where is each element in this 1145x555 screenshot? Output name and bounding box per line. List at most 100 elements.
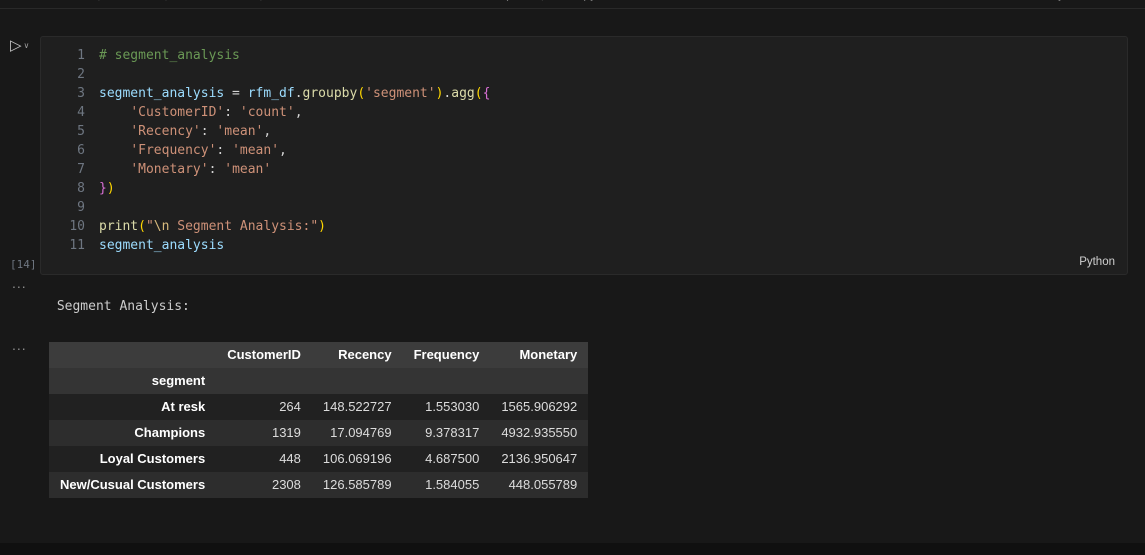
code-token: (	[357, 86, 366, 101]
table-row: At resk 264 148.522727 1.553030 1565.906292	[49, 394, 589, 420]
code-token: (	[138, 219, 146, 234]
table-head: CustomerID Recency Frequency Monetary segmen…	[49, 342, 589, 394]
toolbar-button-code[interactable]: + Code	[104, 0, 160, 1]
line-number: 8	[77, 181, 85, 196]
line-number: 2	[77, 67, 85, 82]
cell-footer: Python	[41, 255, 1127, 274]
cell-value: 448.055789	[508, 477, 578, 492]
outline-icon: ☰	[682, 0, 693, 1]
cell-value: 4.687500	[425, 451, 480, 466]
cell-value: 148.522727	[322, 399, 392, 414]
toolbar-button-markdown[interactable]: + Markdown	[172, 0, 256, 1]
table-header-row: CustomerID Recency Frequency Monetary	[49, 342, 589, 368]
code-token: (	[474, 86, 483, 101]
code-token: )	[318, 219, 326, 234]
toolbar-button-label: Jupyter Variables	[570, 0, 666, 1]
toolbar-separator: |	[164, 0, 167, 1]
code-line: 5 'Recency': 'mean',	[41, 122, 1127, 141]
code-editor[interactable]: 1 # segment_analysis 2 3 segment_analysis = …	[41, 37, 1127, 255]
empty-header-cell	[490, 368, 588, 394]
index-name-cell: segment	[151, 373, 206, 388]
cell-language-label[interactable]: Python	[1079, 256, 1115, 268]
toolbar-button-label: Outline	[698, 0, 738, 1]
table-row: Champions 1319 17.094769 9.378317 4932.93555…	[49, 420, 589, 446]
empty-header-cell	[312, 368, 403, 394]
output-gutter: ...	[0, 276, 40, 316]
kernel-picker[interactable]: ❖ Python 3.13.0	[1033, 0, 1133, 1]
code-token: :	[216, 143, 233, 158]
table-row: Loyal Customers 448 106.069196 4.687500 2136…	[49, 446, 589, 472]
cell-gutter: ▷ ∨ [14]	[0, 36, 40, 275]
code-token: 'mean'	[232, 143, 280, 158]
code-line: 1 # segment_analysis	[41, 46, 1127, 65]
code-line: 3 segment_analysis = rfm_df.groupby('segm…	[41, 84, 1127, 103]
code-token: print	[99, 219, 139, 234]
run-cell-button[interactable]: ▷ ∨	[10, 38, 29, 53]
cell-value: 9.378317	[425, 425, 480, 440]
cell-value: 106.069196	[322, 451, 392, 466]
toolbar-separator: |	[259, 0, 262, 1]
code-text: 'Monetary': 'mean'	[99, 160, 271, 179]
cell-value: 126.585789	[322, 477, 392, 492]
kernel-label: Python 3.13.0	[1050, 0, 1127, 1]
toolbar-button-label: Run All	[297, 0, 337, 1]
toolbar-button-label: Clear All Outputs	[436, 0, 530, 1]
code-token: 'CustomerID'	[130, 105, 225, 120]
code-token: }	[99, 181, 107, 196]
output-collapse-button[interactable]: ...	[12, 276, 27, 290]
code-token: :	[200, 124, 217, 139]
bottom-panel-edge	[0, 543, 1145, 555]
jupyter-variables-icon: ⊞	[555, 0, 565, 1]
toolbar-button-run-all[interactable]: ▷▷ Run All	[267, 0, 344, 1]
code-line: 7 'Monetary': 'mean'	[41, 160, 1127, 179]
empty-header-cell	[403, 368, 491, 394]
line-number: 5	[77, 124, 85, 139]
code-text: })	[99, 179, 115, 198]
code-text: print("\n Segment Analysis:")	[99, 217, 326, 236]
code-token: # segment_analysis	[99, 48, 240, 63]
row-index: New/Cusual Customers	[60, 477, 206, 492]
code-token: rfm_df	[247, 86, 295, 101]
notebook-cell: ▷ ∨ [14] 1 # segment_analysis 2 3 segment_an…	[0, 36, 1145, 275]
toolbar-button-label: Restart	[368, 0, 408, 1]
toolbar-button-restart[interactable]: ↻ Restart	[346, 0, 415, 1]
cell-value: 1.584055	[425, 477, 480, 492]
column-header: Monetary	[519, 347, 578, 362]
line-number: 1	[77, 48, 85, 63]
clear-all-outputs-icon: ≡	[424, 0, 431, 1]
dataframe-table: CustomerID Recency Frequency Monetary segmen…	[49, 342, 589, 498]
code-token: :	[208, 162, 225, 177]
code-text: segment_analysis = rfm_df.groupby('segme…	[99, 84, 490, 103]
code-line: 6 'Frequency': 'mean',	[41, 141, 1127, 160]
code-token: 'Monetary'	[130, 162, 209, 177]
code-token: 'segment'	[365, 86, 436, 101]
toolbar-button-generate[interactable]: ✦ Generate	[12, 0, 93, 1]
row-index: Loyal Customers	[99, 451, 206, 466]
code-token: 'mean'	[216, 124, 264, 139]
code-line: 9	[41, 198, 1127, 217]
toolbar-button-label: Generate	[34, 0, 86, 1]
output-collapse-button[interactable]: ...	[12, 338, 27, 352]
code-cell: 1 # segment_analysis 2 3 segment_analysis = …	[40, 36, 1128, 275]
toolbar-button-jupyter-variables[interactable]: ⊞ Jupyter Variables	[548, 0, 673, 1]
cell-value: 4932.935550	[501, 425, 578, 440]
line-number: 6	[77, 143, 85, 158]
code-token: agg	[451, 86, 475, 101]
toolbar-separator: |	[97, 0, 100, 1]
cell-value: 1565.906292	[501, 399, 578, 414]
code-token: 'mean'	[224, 162, 272, 177]
code-text: 'CustomerID': 'count',	[99, 103, 302, 122]
cell-value: 264	[279, 399, 301, 414]
output-text-row: ... Segment Analysis:	[0, 276, 1145, 316]
column-header: Frequency	[413, 347, 480, 362]
toolbar-button-clear-all-outputs[interactable]: ≡ Clear All Outputs	[417, 0, 537, 1]
row-index: Champions	[134, 425, 206, 440]
table-corner-cell	[49, 342, 216, 368]
toolbar-button-outline[interactable]: ☰ Outline	[675, 0, 744, 1]
notebook-toolbar: ✦ Generate | + Code | + Markdown | ▷▷ Run All ↻ Rest…	[0, 0, 1145, 9]
code-token: groupby	[302, 86, 358, 101]
code-token: Segment Analysis:"	[169, 219, 319, 234]
cell-value: 17.094769	[330, 425, 392, 440]
